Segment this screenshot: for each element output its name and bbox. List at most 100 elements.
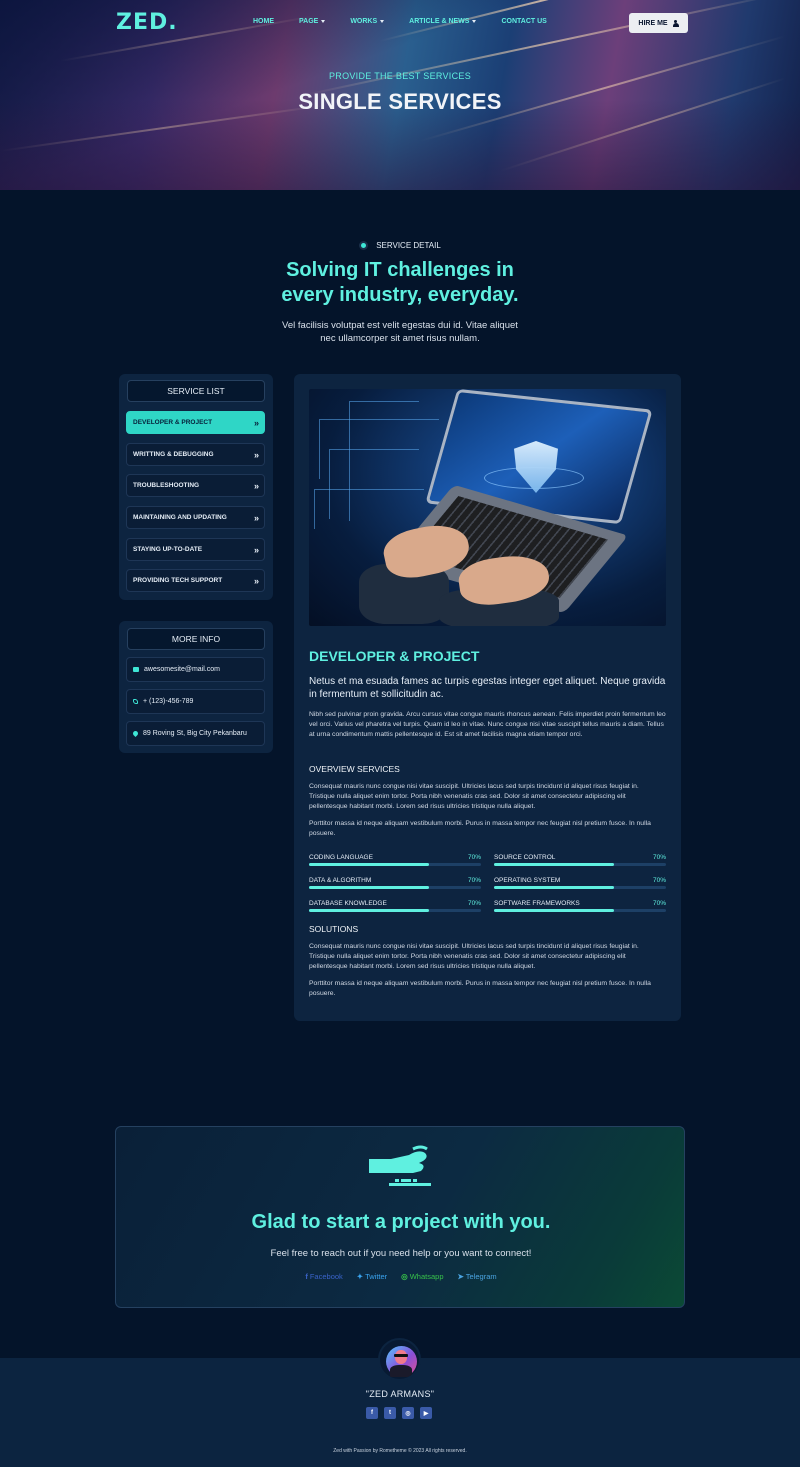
info-email[interactable]: awesomesite@mail.com <box>126 657 265 682</box>
section-title: Solving IT challenges in every industry,… <box>0 258 800 308</box>
facebook-icon[interactable]: f <box>366 1407 378 1419</box>
email-text: awesomesite@mail.com <box>144 666 220 673</box>
double-chevron-right-icon: » <box>253 575 259 586</box>
double-chevron-right-icon: » <box>253 544 259 555</box>
service-item-writting-debugging[interactable]: WRITTING & DEBUGGING » <box>126 443 265 466</box>
service-item-staying-up-to-date[interactable]: STAYING UP-TO-DATE » <box>126 538 265 561</box>
skill-fill <box>309 886 430 889</box>
site-logo[interactable]: ZED. <box>116 10 178 35</box>
skill-bar: CODING LANGUAGE 70% <box>309 854 481 866</box>
link-label: Twitter <box>365 1272 388 1281</box>
nav-label: ARTICLE & NEWS <box>409 18 470 25</box>
twitter-icon: ✦ <box>356 1272 364 1281</box>
more-info-title: MORE INFO <box>127 628 265 650</box>
skill-percent: 70% <box>467 877 481 884</box>
nav-article-news[interactable]: ARTICLE & NEWS <box>409 18 477 25</box>
service-list-title: SERVICE LIST <box>127 380 265 402</box>
double-chevron-right-icon: » <box>253 417 259 428</box>
service-item-label: WRITTING & DEBUGGING <box>133 451 214 458</box>
hire-me-button[interactable]: HIRE ME <box>629 13 688 33</box>
service-item-maintaining-updating[interactable]: MAINTAINING AND UPDATING » <box>126 506 265 529</box>
service-item-label: MAINTAINING AND UPDATING <box>133 514 227 521</box>
double-chevron-right-icon: » <box>253 512 259 523</box>
detail-paragraph: Porttitor massa id neque aliquam vestibu… <box>309 980 651 997</box>
skill-percent: 70% <box>467 854 481 861</box>
caret-down-icon <box>380 20 385 23</box>
skill-percent: 70% <box>652 854 666 861</box>
cta-social-links: f Facebook ✦ Twitter ◎ Whatsapp ➤ Telegram <box>116 1272 686 1281</box>
section-description: Vel facilisis volutpat est velit egestas… <box>282 320 518 344</box>
detail-paragraph: Consequat mauris nunc congue nisi vitae … <box>309 943 639 970</box>
nav-label: HOME <box>253 18 274 25</box>
hand-keyboard-icon <box>369 1145 431 1186</box>
service-detail-card: DEVELOPER & PROJECT Netus et ma esuada f… <box>294 374 681 1021</box>
solutions-heading: SOLUTIONS <box>309 924 359 934</box>
skill-bar: DATABASE KNOWLEDGE 70% <box>309 900 481 912</box>
service-item-label: PROVIDING TECH SUPPORT <box>133 577 223 584</box>
telegram-icon: ➤ <box>457 1272 464 1281</box>
facebook-link[interactable]: f Facebook <box>305 1272 342 1281</box>
whatsapp-icon: ◎ <box>401 1272 408 1281</box>
double-chevron-right-icon: » <box>253 449 259 460</box>
facebook-icon: f <box>305 1272 308 1281</box>
hero-subtitle: PROVIDE THE BEST SERVICES <box>328 71 472 81</box>
service-item-label: TROUBLESHOOTING <box>133 482 200 489</box>
service-image <box>309 389 666 626</box>
telegram-link[interactable]: ➤ Telegram <box>458 1272 497 1281</box>
section-tag: SERVICE DETAIL <box>0 241 800 250</box>
footer-socials: f t ◎ ▶ <box>366 1407 432 1419</box>
service-item-tech-support[interactable]: PROVIDING TECH SUPPORT » <box>126 569 265 592</box>
caret-down-icon <box>472 20 477 23</box>
skill-fill <box>494 909 615 912</box>
skill-bar: SOFTWARE FRAMEWORKS 70% <box>494 900 666 912</box>
hire-me-label: HIRE ME <box>638 19 668 27</box>
service-item-developer-project[interactable]: DEVELOPER & PROJECT » <box>126 411 265 434</box>
page-title: SINGLE SERVICES <box>298 89 502 114</box>
instagram-icon[interactable]: ◎ <box>402 1407 414 1419</box>
detail-title: DEVELOPER & PROJECT <box>309 648 480 664</box>
skill-label: DATABASE KNOWLEDGE <box>309 900 387 907</box>
nav-label: WORKS <box>350 18 378 25</box>
detail-paragraph: Porttitor massa id neque aliquam vestibu… <box>309 820 651 837</box>
user-icon <box>672 19 679 27</box>
detail-paragraph: Nibh sed pulvinar proin gravida. Arcu cu… <box>309 711 666 738</box>
overview-heading: OVERVIEW SERVICES <box>309 764 400 774</box>
map-pin-icon <box>131 729 140 738</box>
twitter-icon[interactable]: t <box>384 1407 396 1419</box>
main-nav: HOME PAGE WORKS ARTICLE & NEWS CONTACT U… <box>253 18 572 25</box>
nav-works[interactable]: WORKS <box>350 18 385 25</box>
link-label: Whatsapp <box>409 1272 444 1281</box>
section-title-line: Solving IT challenges in <box>286 259 514 281</box>
service-item-troubleshooting[interactable]: TROUBLESHOOTING » <box>126 474 265 497</box>
skill-fill <box>309 909 430 912</box>
info-address: 89 Roving St, Big City Pekanbaru <box>126 721 265 746</box>
skill-percent: 70% <box>467 900 481 907</box>
skill-bar: DATA & ALGORITHM 70% <box>309 877 481 889</box>
copyright: Zed with Passion by Rometheme © 2023 All… <box>333 1448 467 1454</box>
more-info-card: MORE INFO awesomesite@mail.com + (123)-4… <box>119 621 273 753</box>
mail-icon <box>133 667 139 672</box>
phone-icon <box>133 699 138 704</box>
whatsapp-link[interactable]: ◎ Whatsapp <box>401 1272 443 1281</box>
nav-contact[interactable]: CONTACT US <box>501 18 546 25</box>
skill-bar: OPERATING SYSTEM 70% <box>494 877 666 889</box>
detail-paragraph: Consequat mauris nunc congue nisi vitae … <box>309 783 639 810</box>
skill-bar: SOURCE CONTROL 70% <box>494 854 666 866</box>
skill-fill <box>494 886 615 889</box>
skill-label: DATA & ALGORITHM <box>309 877 372 884</box>
service-list-card: SERVICE LIST DEVELOPER & PROJECT » WRITTI… <box>119 374 273 600</box>
link-label: Telegram <box>465 1272 497 1281</box>
cta-panel: Glad to start a project with you. Feel f… <box>115 1126 685 1308</box>
section-title-line: every industry, everyday. <box>281 284 519 306</box>
nav-label: CONTACT US <box>501 18 547 25</box>
twitter-link[interactable]: ✦ Twitter <box>357 1272 387 1281</box>
caret-down-icon <box>321 20 326 23</box>
nav-home[interactable]: HOME <box>253 18 274 25</box>
nav-page[interactable]: PAGE <box>299 18 326 25</box>
skill-fill <box>494 863 615 866</box>
detail-lead: Netus et ma esuada fames ac turpis egest… <box>309 676 666 700</box>
youtube-icon[interactable]: ▶ <box>420 1407 432 1419</box>
footer-name: "ZED ARMANS" <box>365 1389 435 1399</box>
nav-label: PAGE <box>299 18 319 25</box>
info-phone[interactable]: + (123)-456-789 <box>126 689 265 714</box>
